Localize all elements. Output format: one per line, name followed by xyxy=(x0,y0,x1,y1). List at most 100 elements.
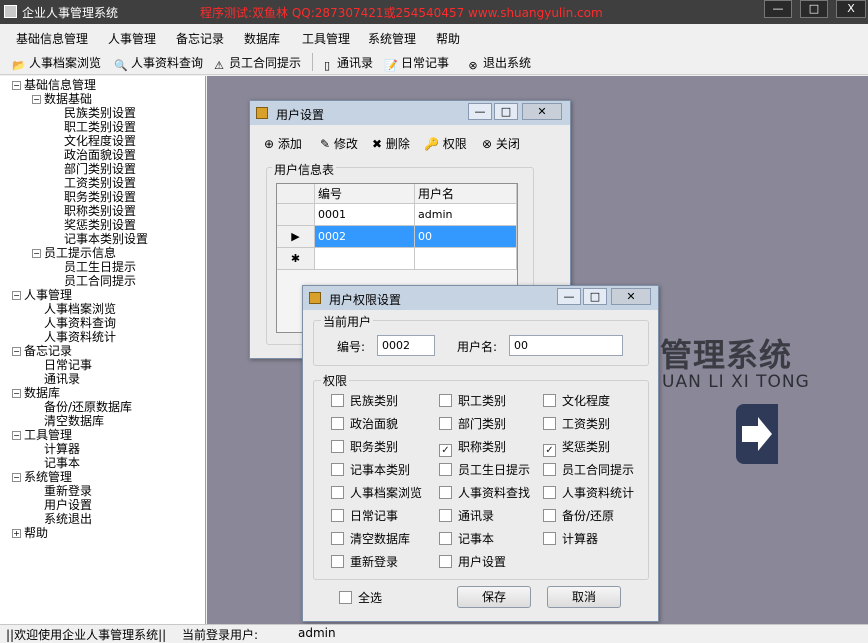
tree-node[interactable]: 日常记事 xyxy=(32,358,92,372)
cell-id[interactable]: 0001 xyxy=(315,204,415,226)
row-header-new[interactable]: ✱ xyxy=(277,248,315,270)
tree-node[interactable]: 文化程度设置 xyxy=(52,134,136,148)
collapse-icon[interactable]: − xyxy=(12,291,21,300)
tree-node[interactable]: 职工类别设置 xyxy=(52,120,136,134)
toolbar-contract-reminder[interactable]: ⚠ 员工合同提示 xyxy=(212,54,301,73)
tree-node[interactable]: 通讯录 xyxy=(32,372,80,386)
tree-node[interactable]: 民族类别设置 xyxy=(52,106,136,120)
permission-checkbox[interactable]: 职工类别 xyxy=(439,392,506,409)
cell-id-new[interactable] xyxy=(315,248,415,270)
tree-node[interactable]: 奖惩类别设置 xyxy=(52,218,136,232)
collapse-icon[interactable]: − xyxy=(12,431,21,440)
permission-checkbox[interactable]: 人事资料查找 xyxy=(439,484,530,501)
tree-node[interactable]: 系统退出 xyxy=(32,512,92,526)
permission-checkbox[interactable]: 人事档案浏览 xyxy=(331,484,422,501)
collapse-icon[interactable]: − xyxy=(32,249,41,258)
permission-checkbox[interactable]: 政治面貌 xyxy=(331,415,398,432)
permission-checkbox[interactable]: 通讯录 xyxy=(439,507,494,524)
permission-checkbox[interactable]: 职务类别 xyxy=(331,438,398,455)
menu-tools[interactable]: 工具管理 xyxy=(302,30,350,47)
permission-checkbox[interactable]: 重新登录 xyxy=(331,553,398,570)
menu-database[interactable]: 数据库 xyxy=(244,30,280,47)
expand-icon[interactable]: + xyxy=(12,529,21,538)
permission-checkbox[interactable]: 文化程度 xyxy=(543,392,610,409)
toolbar-archive-browse[interactable]: 📂 人事档案浏览 xyxy=(12,54,101,73)
toolbar-data-query[interactable]: 🔍 人事资料查询 xyxy=(114,54,203,73)
menu-help[interactable]: 帮助 xyxy=(436,30,460,47)
cell-username-new[interactable] xyxy=(415,248,517,270)
tree-node[interactable]: 人事档案浏览 xyxy=(32,302,116,316)
toolbar-address-book[interactable]: ▯ 通讯录 xyxy=(320,54,373,73)
permission-checkbox[interactable]: 计算器 xyxy=(543,530,598,547)
tree-node[interactable]: 部门类别设置 xyxy=(52,162,136,176)
tree-node[interactable]: 员工生日提示 xyxy=(52,260,136,274)
menu-personnel[interactable]: 人事管理 xyxy=(108,30,156,47)
tree-node[interactable]: − 人事管理 xyxy=(12,288,72,302)
tree-node[interactable]: − 基础信息管理 xyxy=(12,78,96,92)
maximize-button[interactable]: □ xyxy=(494,103,518,120)
collapse-icon[interactable]: − xyxy=(12,473,21,482)
permission-checkbox[interactable]: 日常记事 xyxy=(331,507,398,524)
id-field[interactable]: 0002 xyxy=(377,335,435,356)
minimize-button[interactable]: — xyxy=(764,0,792,18)
menu-memo[interactable]: 备忘记录 xyxy=(176,30,224,47)
toolbar-exit[interactable]: ⊗ 退出系统 xyxy=(466,54,531,73)
menu-system[interactable]: 系统管理 xyxy=(368,30,416,47)
permission-checkbox[interactable]: 清空数据库 xyxy=(331,530,410,547)
tree-node[interactable]: 政治面貌设置 xyxy=(52,148,136,162)
permission-checkbox[interactable]: 用户设置 xyxy=(439,553,506,570)
permission-checkbox[interactable]: 人事资料统计 xyxy=(543,484,634,501)
close-button[interactable]: ✕ xyxy=(611,288,651,305)
permission-checkbox[interactable]: 员工生日提示 xyxy=(439,461,530,478)
permission-checkbox[interactable]: 备份/还原 xyxy=(543,507,614,524)
permission-checkbox[interactable]: 部门类别 xyxy=(439,415,506,432)
row-header[interactable] xyxy=(277,204,315,226)
permission-checkbox[interactable]: 民族类别 xyxy=(331,392,398,409)
save-button[interactable]: 保存 xyxy=(457,586,531,608)
permission-checkbox[interactable]: 员工合同提示 xyxy=(543,461,634,478)
user-toolbar-close[interactable]: ⊗ 关闭 xyxy=(482,135,520,152)
tree-node[interactable]: 重新登录 xyxy=(32,484,92,498)
minimize-button[interactable]: — xyxy=(557,288,581,305)
tree-node[interactable]: 记事本 xyxy=(32,456,80,470)
tree-node[interactable]: 人事资料统计 xyxy=(32,330,116,344)
collapse-icon[interactable]: − xyxy=(12,81,21,90)
tree-node[interactable]: 记事本类别设置 xyxy=(52,232,148,246)
permission-checkbox[interactable]: ✓ 奖惩类别 xyxy=(543,438,610,457)
tree-node[interactable]: + 帮助 xyxy=(12,526,48,540)
minimize-button[interactable]: — xyxy=(468,103,492,120)
select-all-checkbox[interactable]: 全选 xyxy=(339,589,382,606)
collapse-icon[interactable]: − xyxy=(12,389,21,398)
tree-node[interactable]: 工资类别设置 xyxy=(52,176,136,190)
tree-node[interactable]: − 工具管理 xyxy=(12,428,72,442)
row-header-current[interactable]: ▶ xyxy=(277,226,315,248)
tree-node[interactable]: 职称类别设置 xyxy=(52,204,136,218)
tree-node[interactable]: − 员工提示信息 xyxy=(32,246,116,260)
cell-username-selected[interactable]: 00 xyxy=(415,226,517,248)
tree-node[interactable]: 人事资料查询 xyxy=(32,316,116,330)
collapse-icon[interactable]: − xyxy=(32,95,41,104)
permission-checkbox[interactable]: 工资类别 xyxy=(543,415,610,432)
user-toolbar-edit[interactable]: ✎ 修改 xyxy=(320,135,358,152)
tree-node[interactable]: 清空数据库 xyxy=(32,414,104,428)
collapse-icon[interactable]: − xyxy=(12,347,21,356)
toolbar-daily-notes[interactable]: 📝 日常记事 xyxy=(384,54,449,73)
tree-node[interactable]: − 数据基础 xyxy=(32,92,92,106)
user-toolbar-permission[interactable]: 🔑 权限 xyxy=(424,135,467,152)
tree-node[interactable]: 计算器 xyxy=(32,442,80,456)
cell-id-selected[interactable]: 0002 xyxy=(315,226,415,248)
menu-basic-info[interactable]: 基础信息管理 xyxy=(16,30,88,47)
column-header-id[interactable]: 编号 xyxy=(315,184,415,204)
cell-username[interactable]: admin xyxy=(415,204,517,226)
tree-node[interactable]: − 数据库 xyxy=(12,386,60,400)
column-header-username[interactable]: 用户名 xyxy=(415,184,517,204)
tree-node[interactable]: 用户设置 xyxy=(32,498,92,512)
maximize-button[interactable]: □ xyxy=(583,288,607,305)
permission-checkbox[interactable]: 记事本类别 xyxy=(331,461,410,478)
maximize-button[interactable]: □ xyxy=(800,0,828,18)
username-field[interactable]: 00 xyxy=(509,335,623,356)
tree-node[interactable]: − 备忘记录 xyxy=(12,344,72,358)
close-button[interactable]: ✕ xyxy=(522,103,562,120)
tree-node[interactable]: 员工合同提示 xyxy=(52,274,136,288)
close-button[interactable]: X xyxy=(836,0,866,18)
